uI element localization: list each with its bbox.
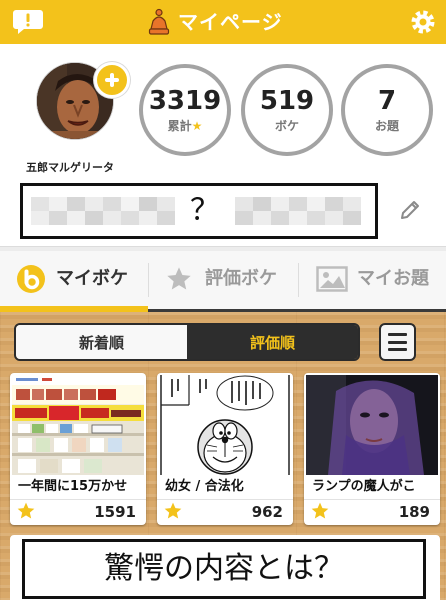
sort-option-rating[interactable]: 評価順	[187, 325, 358, 359]
bio-field[interactable]: ？	[20, 183, 378, 239]
app-header: マイページ	[0, 0, 446, 44]
card-rating-count: 1591	[94, 503, 136, 521]
stat-label: 累計★	[168, 118, 203, 134]
tab-label: 評価ボケ	[205, 268, 277, 289]
card-thumbnail	[12, 375, 144, 475]
tab-label: マイボケ	[56, 268, 128, 289]
stat-label: お題	[374, 119, 399, 133]
tab-my-boke[interactable]: マイボケ	[0, 251, 148, 307]
stat-odai-count[interactable]: 7 お題	[341, 64, 433, 156]
sort-segmented-control: 新着順 評価順	[14, 323, 360, 361]
tab-my-odai[interactable]: マイお題	[299, 251, 446, 307]
stat-boke-count[interactable]: 519 ボケ	[241, 64, 333, 156]
sort-option-newest[interactable]: 新着順	[16, 325, 187, 359]
tab-label: マイお題	[357, 268, 429, 289]
pencil-icon[interactable]	[398, 198, 422, 222]
star-icon	[163, 501, 183, 521]
star-icon: ★	[191, 119, 203, 133]
star-icon	[165, 265, 193, 293]
boke-card[interactable]: 一年間に15万かせ 1591	[10, 373, 146, 525]
featured-caption-box: 驚愕の内容とは？	[22, 539, 426, 599]
card-thumbnail	[306, 375, 438, 475]
boke-card[interactable]: 幼女 / 合法化 962	[157, 373, 293, 525]
page-title: マイページ	[178, 10, 283, 34]
hamburger-menu-icon[interactable]	[379, 323, 416, 361]
star-icon	[310, 501, 330, 521]
user-name: 五郎マルゲリータ	[26, 161, 114, 174]
card-title: ランプの魔人がこ	[312, 479, 416, 494]
stat-value: 3319	[148, 86, 222, 116]
add-icon[interactable]	[94, 62, 130, 98]
bio-text: ？	[190, 193, 220, 228]
stat-value: 519	[259, 86, 315, 116]
star-icon	[16, 501, 36, 521]
card-rating-count: 189	[398, 503, 430, 521]
featured-caption: 驚愕の内容とは？	[104, 551, 344, 586]
boke-card[interactable]: ランプの魔人がこ 189	[304, 373, 440, 525]
card-rating-count: 962	[251, 503, 283, 521]
card-thumbnail	[159, 375, 291, 475]
stat-label-text: 累計	[167, 119, 192, 133]
gear-icon[interactable]	[410, 9, 436, 35]
card-title: 一年間に15万かせ	[18, 479, 128, 494]
stat-value: 7	[377, 86, 397, 116]
tab-rated-boke[interactable]: 評価ボケ	[149, 251, 298, 307]
bell-icon	[148, 8, 170, 36]
image-icon	[316, 266, 348, 292]
stat-label: ボケ	[274, 119, 299, 133]
card-title: 幼女 / 合法化	[165, 479, 244, 494]
bokete-b-icon	[16, 264, 46, 294]
stat-total-score[interactable]: 3319 累計★	[139, 64, 231, 156]
tab-bar: マイボケ 評価ボケ マイお題	[0, 251, 446, 312]
notification-bubble-icon[interactable]	[12, 9, 44, 35]
